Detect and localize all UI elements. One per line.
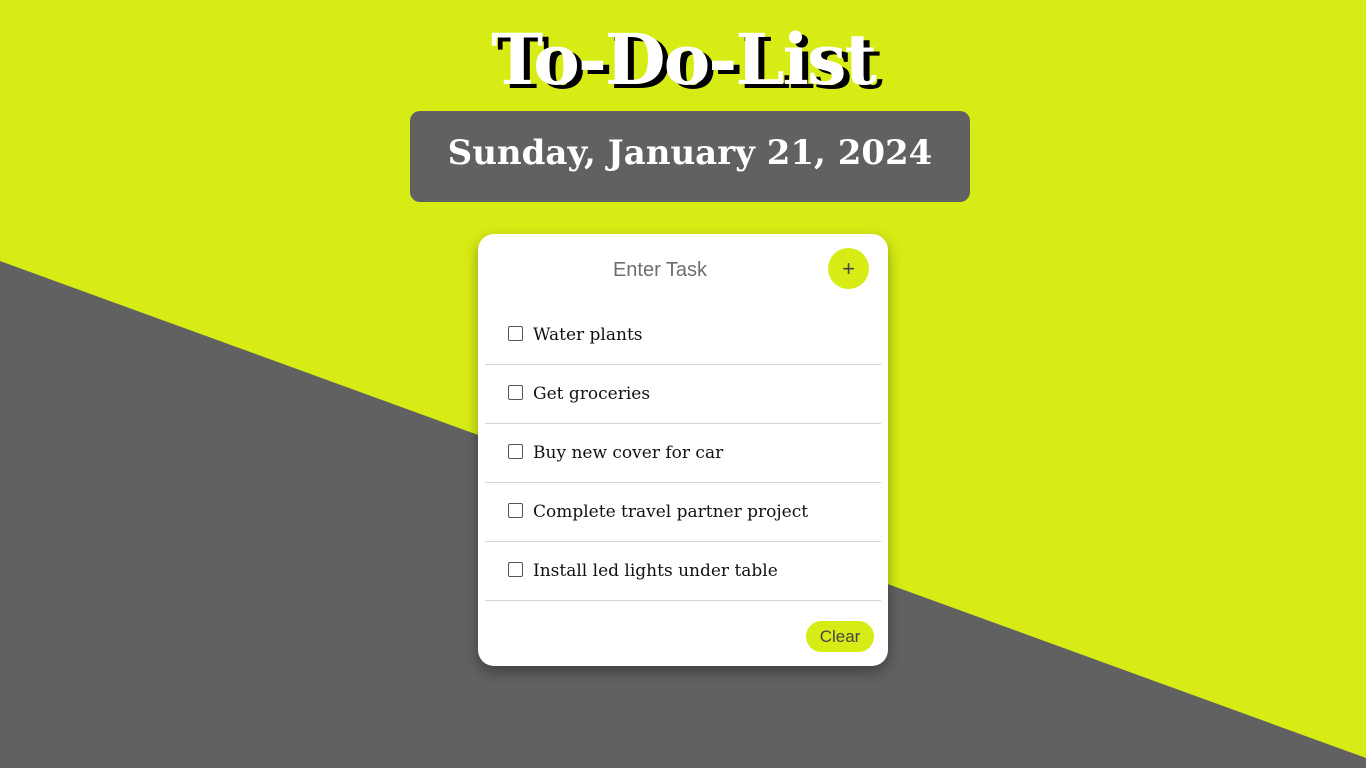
task-checkbox[interactable] bbox=[508, 443, 523, 459]
task-label: Complete travel partner project bbox=[533, 502, 809, 522]
date-text: Sunday, January 21, 2024 bbox=[447, 132, 933, 173]
task-checkbox[interactable] bbox=[508, 502, 523, 518]
task-list: Water plants Get groceries Buy new cover… bbox=[485, 306, 881, 601]
todo-card: + Water plants Get groceries Buy new cov… bbox=[478, 234, 888, 666]
task-label: Get groceries bbox=[533, 384, 651, 404]
add-task-button[interactable]: + bbox=[828, 248, 869, 289]
task-label: Water plants bbox=[533, 325, 643, 345]
page-title: To-Do-List bbox=[491, 18, 877, 101]
task-label: Buy new cover for car bbox=[533, 443, 724, 463]
task-checkbox[interactable] bbox=[508, 384, 523, 400]
task-item: Water plants bbox=[485, 306, 881, 365]
task-item: Complete travel partner project bbox=[485, 483, 881, 542]
task-item: Install led lights under table bbox=[485, 542, 881, 601]
task-input[interactable] bbox=[498, 252, 822, 288]
task-label: Install led lights under table bbox=[533, 561, 778, 581]
date-banner: Sunday, January 21, 2024 bbox=[410, 111, 970, 202]
clear-button[interactable]: Clear bbox=[806, 621, 874, 652]
task-item: Get groceries bbox=[485, 365, 881, 424]
task-checkbox[interactable] bbox=[508, 561, 523, 577]
task-checkbox[interactable] bbox=[508, 325, 523, 341]
task-item: Buy new cover for car bbox=[485, 424, 881, 483]
